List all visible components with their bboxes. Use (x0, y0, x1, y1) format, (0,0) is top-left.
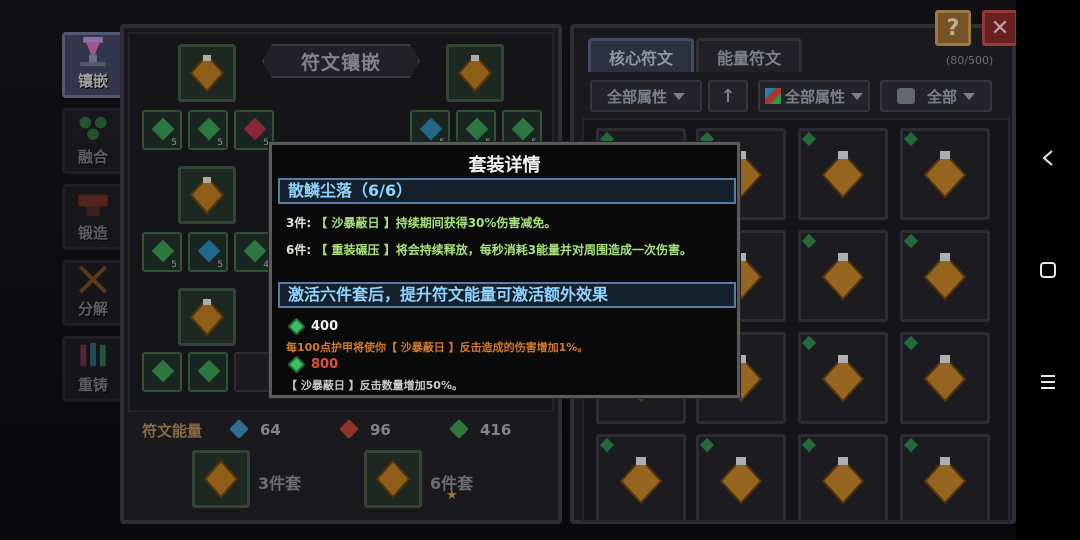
home-button[interactable] (1032, 254, 1064, 286)
set-name-bar: 散鳞尘落（6/6） (278, 178, 736, 204)
bonus-threshold-1: 400 (287, 317, 339, 336)
threshold-value: 400 (311, 319, 339, 334)
popup-title: 套装详情 (468, 155, 541, 176)
back-icon (1042, 150, 1053, 166)
set3-text: 【 沙暴蔽日 】持续期间获得30%伤害减免。 (315, 216, 557, 230)
set3-effect: 3件: 【 沙暴蔽日 】持续期间获得30%伤害减免。 (286, 214, 556, 231)
bonus-header-bar: 激活六件套后，提升符文能量可激活额外效果 (278, 282, 736, 308)
green-energy-icon (287, 355, 306, 374)
set6-effect: 6件: 【 重装碾压 】将会持续释放，每秒消耗3能量并对周围造成一次伤害。 (286, 243, 732, 258)
set3-prefix: 3件: (286, 216, 312, 230)
menu-button[interactable] (1032, 366, 1064, 398)
green-energy-icon (287, 317, 306, 336)
bonus-effect-1: 每100点护甲将使你【 沙暴蔽日 】反击造成的伤害增加1%。 (286, 341, 589, 354)
set6-prefix: 6件: (286, 243, 312, 257)
system-nav-bar (1016, 0, 1080, 540)
menu-icon (1041, 375, 1055, 389)
back-button[interactable] (1032, 142, 1064, 174)
set-details-popup: 套装详情 散鳞尘落（6/6） 3件: 【 沙暴蔽日 】持续期间获得30%伤害减免… (269, 142, 740, 398)
bonus-effect-2: 【 沙暴蔽日 】反击数量增加50%。 (286, 379, 463, 392)
home-icon (1040, 262, 1056, 278)
bonus-threshold-2: 800 (287, 355, 339, 374)
set6-text: 【 重装碾压 】将会持续释放，每秒消耗3能量并对周围造成一次伤害。 (315, 243, 693, 257)
game-screen: 镶嵌 融合 锻造 分解 重铸 符文镶嵌 5 5 5 5 5 4 符文能量 64 … (0, 0, 1018, 540)
threshold-value: 800 (311, 357, 339, 372)
